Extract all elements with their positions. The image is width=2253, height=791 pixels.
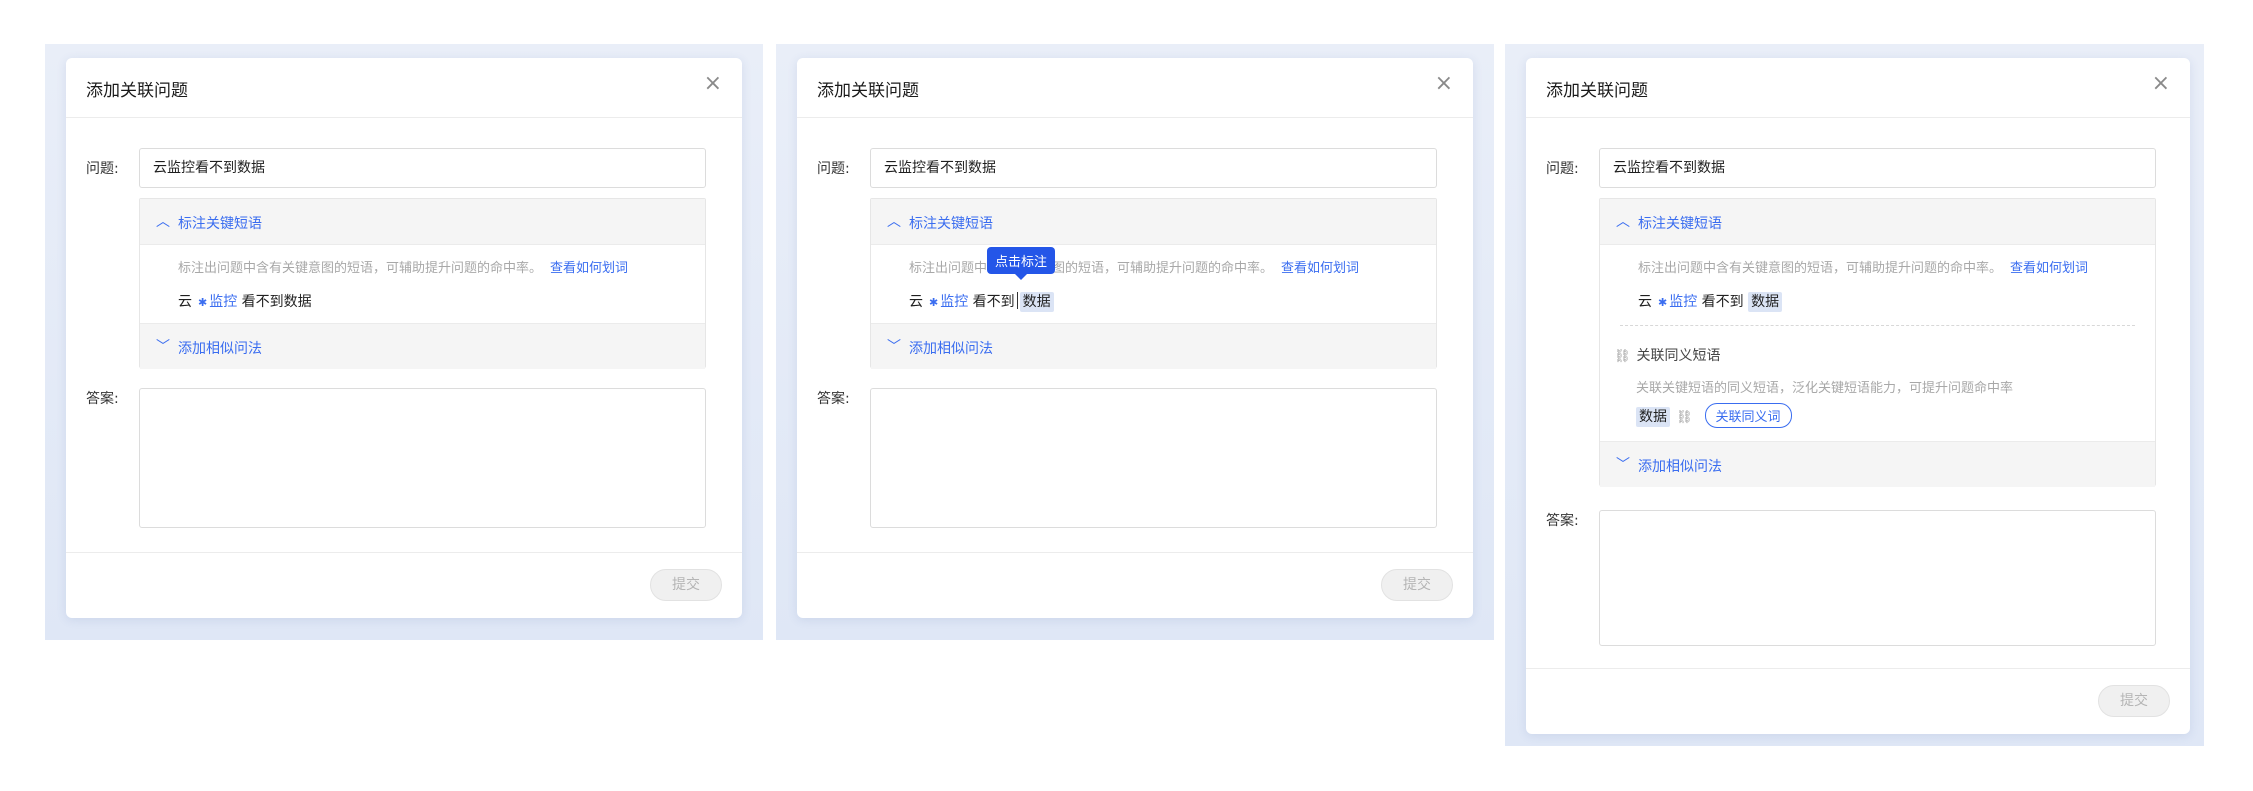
dialog-footer: 提交 [1526,668,2190,734]
token-keyword[interactable]: 监控 [209,294,237,310]
chevron-up-icon: ︿ [887,214,901,230]
synonym-row: 数据 ⛓ 关联同义词 [1636,403,1792,428]
star-icon: ✱ [198,296,208,309]
submit-button[interactable]: 提交 [2098,685,2170,717]
how-to-select-link[interactable]: 查看如何划词 [2010,261,2088,276]
token-keyword[interactable]: 监控 [940,294,968,310]
token-text[interactable]: 数据 [284,294,312,310]
answer-textarea[interactable] [139,388,706,528]
keyword-hint: 标注出问题中含有关键意图的短语，可辅助提升问题的命中率。 查看如何划词 [178,257,628,276]
similar-section-header[interactable]: ﹀ 添加相似问法 [871,323,1436,369]
answer-textarea[interactable] [870,388,1437,528]
keyword-section-title: 标注关键短语 [1638,216,1722,232]
token-row: 云 ✱ 监控 看不到 数据 [1638,291,1783,312]
dialog-title: 添加关联问题 [1546,81,1648,101]
answer-label: 答案: [817,391,850,407]
keyword-hint-text: 标注出问题中含有关键意图的短语，可辅助提升问题的命中率。 [909,261,1274,276]
synonym-title: 关联同义短语 [1636,348,1721,364]
question-input[interactable]: 云监控看不到数据 [870,148,1437,188]
link-icon: ⛓ [1676,410,1693,425]
question-value: 云监控看不到数据 [1613,160,1725,176]
chevron-down-icon: ﹀ [156,339,170,355]
token-text[interactable]: 看不到 [973,294,1015,310]
star-icon: ✱ [929,296,939,309]
token-row: 云 ✱监控 看不到数据 [178,291,312,311]
keyword-panel: ︿ 标注关键短语 标注出问题中含有关键意图的短语，可辅助提升问题的命中率。 查看如… [870,198,1437,369]
keyword-section-title: 标注关键短语 [909,216,993,232]
synonym-keyword: 数据 [1636,407,1670,427]
dialog-header: 添加关联问题 × [1526,58,2190,118]
token-row: 云 ✱监控 看不到数据 [909,291,1054,312]
answer-label: 答案: [86,391,119,407]
question-value: 云监控看不到数据 [884,160,996,176]
similar-section-header[interactable]: ﹀ 添加相似问法 [140,323,705,369]
keyword-panel: ︿ 标注关键短语 标注出问题中含有关键意图的短语，可辅助提升问题的命中率。 查看如… [139,198,706,369]
similar-section-header[interactable]: ﹀ 添加相似问法 [1600,441,2155,487]
dialog-title: 添加关联问题 [817,81,919,101]
question-label: 问题: [817,161,850,177]
keyword-section-title: 标注关键短语 [178,216,262,232]
synonym-hint: 关联关键短语的同义短语，泛化关键短语能力，可提升问题命中率 [1636,381,2014,396]
chevron-up-icon: ︿ [156,214,170,230]
panel-state-3: 添加关联问题 × 问题: 云监控看不到数据 ︿ 标注关键短语 标注出问题中含有关… [1505,44,2204,746]
similar-section-title: 添加相似问法 [1638,459,1722,475]
chevron-up-icon: ︿ [1616,214,1630,230]
submit-button[interactable]: 提交 [650,569,722,601]
keyword-hint-text: 标注出问题中含有关键意图的短语，可辅助提升问题的命中率。 [1638,261,2003,276]
question-label: 问题: [1546,161,1579,177]
similar-section-title: 添加相似问法 [909,341,993,357]
token-text[interactable]: 看不到 [1702,294,1744,310]
keyword-section-header[interactable]: ︿ 标注关键短语 [140,199,705,245]
question-value: 云监控看不到数据 [153,160,265,176]
dialog-header: 添加关联问题 × [797,58,1473,118]
close-icon[interactable]: × [704,72,722,96]
synonym-title-row: ⛓ 关联同义短语 [1614,345,1721,365]
keyword-section-header[interactable]: ︿ 标注关键短语 [871,199,1436,245]
dialog-header: 添加关联问题 × [66,58,742,118]
close-icon[interactable]: × [2152,72,2170,96]
question-label: 问题: [86,161,119,177]
token-selected[interactable]: 数据 [1748,292,1783,312]
token-text[interactable]: 云 [1638,294,1652,310]
dialog: 添加关联问题 × 问题: 云监控看不到数据 ︿ 标注关键短语 标注出问题中含有关… [1526,58,2190,734]
text-cursor [1016,292,1018,309]
dialog-footer: 提交 [797,552,1473,618]
similar-section-title: 添加相似问法 [178,341,262,357]
panel-state-2: 添加关联问题 × 问题: 云监控看不到数据 ︿ 标注关键短语 标注出问题中含有关… [776,44,1494,640]
token-text[interactable]: 云 [178,294,192,310]
panel-state-1: 添加关联问题 × 问题: 云监控看不到数据 ︿ 标注关键短语 标注出问题中含有关… [45,44,763,640]
question-input[interactable]: 云监控看不到数据 [1599,148,2156,188]
answer-label: 答案: [1546,513,1579,529]
section-divider [1620,325,2135,326]
answer-textarea[interactable] [1599,510,2156,646]
dialog-footer: 提交 [66,552,742,618]
keyword-section-header[interactable]: ︿ 标注关键短语 [1600,199,2155,245]
how-to-select-link[interactable]: 查看如何划词 [550,261,628,276]
token-text[interactable]: 看不到 [242,294,284,310]
keyword-hint: 标注出问题中含有关键意图的短语，可辅助提升问题的命中率。 查看如何划词 [909,257,1359,276]
star-icon: ✱ [1658,296,1668,309]
mark-tooltip[interactable]: 点击标注 [987,247,1056,280]
keyword-hint: 标注出问题中含有关键意图的短语，可辅助提升问题的命中率。 查看如何划词 [1638,257,2088,276]
chevron-down-icon: ﹀ [1616,457,1630,473]
keyword-hint-text: 标注出问题中含有关键意图的短语，可辅助提升问题的命中率。 [178,261,543,276]
link-synonym-button[interactable]: 关联同义词 [1704,403,1792,428]
dialog: 添加关联问题 × 问题: 云监控看不到数据 ︿ 标注关键短语 标注出问题中含有关… [66,58,742,618]
dialog-title: 添加关联问题 [86,81,188,101]
token-keyword[interactable]: 监控 [1669,294,1697,310]
token-selected[interactable]: 数据 [1019,292,1054,312]
submit-button[interactable]: 提交 [1381,569,1453,601]
chevron-down-icon: ﹀ [887,339,901,355]
keyword-panel: ︿ 标注关键短语 标注出问题中含有关键意图的短语，可辅助提升问题的命中率。 查看如… [1599,198,2156,487]
token-text[interactable]: 云 [909,294,923,310]
close-icon[interactable]: × [1435,72,1453,96]
how-to-select-link[interactable]: 查看如何划词 [1281,261,1359,276]
link-icon: ⛓ [1614,349,1631,364]
dialog: 添加关联问题 × 问题: 云监控看不到数据 ︿ 标注关键短语 标注出问题中含有关… [797,58,1473,618]
question-input[interactable]: 云监控看不到数据 [139,148,706,188]
